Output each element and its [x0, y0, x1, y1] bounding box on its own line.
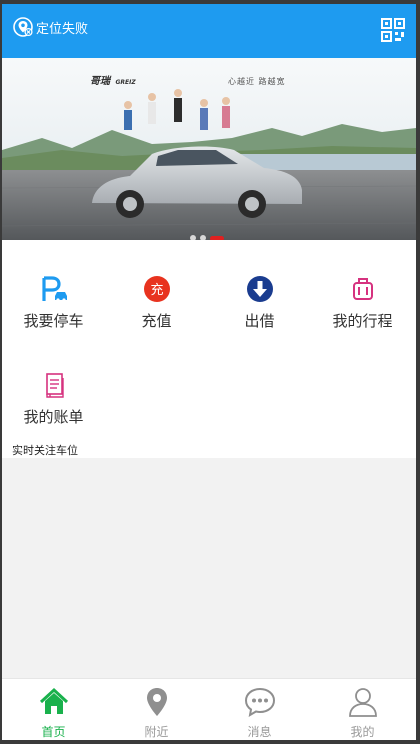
tab-profile[interactable]: 我的 — [311, 685, 414, 740]
section-title: 实时关注车位 — [12, 444, 78, 457]
tab-home[interactable]: 首页 — [2, 685, 105, 740]
recharge-icon: 充 — [143, 276, 170, 302]
lend-download-icon — [246, 276, 273, 302]
user-profile-icon — [348, 688, 377, 717]
quick-action-label: 我的账单 — [23, 408, 84, 426]
top-bar: 定位失败 — [2, 4, 416, 58]
promo-banner[interactable]: 哥瑞 GREIZ 心越近 路越宽 — [2, 58, 416, 240]
svg-text:充: 充 — [150, 282, 163, 298]
qr-scan-icon[interactable] — [380, 17, 406, 43]
banner-image — [2, 58, 416, 240]
app-screen: 定位失败 哥瑞 GREIZ 心越近 路越宽 我要停车 充 充值 出借 我的行程 … — [2, 4, 416, 740]
chat-bubble-icon — [244, 687, 275, 717]
quick-action-label: 充值 — [141, 312, 172, 330]
luggage-trip-icon — [352, 278, 373, 300]
quick-action-lend[interactable]: 出借 — [208, 274, 311, 331]
banner-brand: 哥瑞 GREIZ — [90, 76, 136, 87]
quick-action-label: 出借 — [244, 312, 275, 330]
bottom-tab-bar: 首页 附近 消息 我的 — [2, 678, 416, 740]
tab-messages[interactable]: 消息 — [208, 685, 311, 740]
quick-action-trip[interactable]: 我的行程 — [311, 274, 414, 331]
parking-car-icon — [41, 276, 67, 302]
tab-label: 首页 — [41, 725, 66, 739]
home-icon — [39, 687, 68, 714]
map-pin-icon — [146, 688, 167, 716]
tab-label: 消息 — [247, 725, 272, 739]
tab-label: 我的 — [350, 725, 375, 739]
quick-action-bill[interactable]: 我的账单 — [2, 370, 105, 427]
quick-action-recharge[interactable]: 充 充值 — [105, 274, 208, 331]
quick-actions-grid: 我要停车 充 充值 出借 我的行程 我的账单 — [2, 240, 416, 458]
banner-slogan: 心越近 路越宽 — [228, 77, 286, 86]
quick-action-parking[interactable]: 我要停车 — [2, 274, 105, 331]
bill-document-icon — [45, 373, 64, 398]
location-status-text: 定位失败 — [36, 21, 89, 37]
quick-action-label: 我的行程 — [332, 312, 393, 330]
tab-nearby[interactable]: 附近 — [105, 685, 208, 740]
location-fail-icon — [13, 17, 33, 37]
location-button[interactable]: 定位失败 — [12, 16, 88, 38]
tab-label: 附近 — [144, 725, 169, 739]
quick-action-label: 我要停车 — [23, 312, 84, 330]
